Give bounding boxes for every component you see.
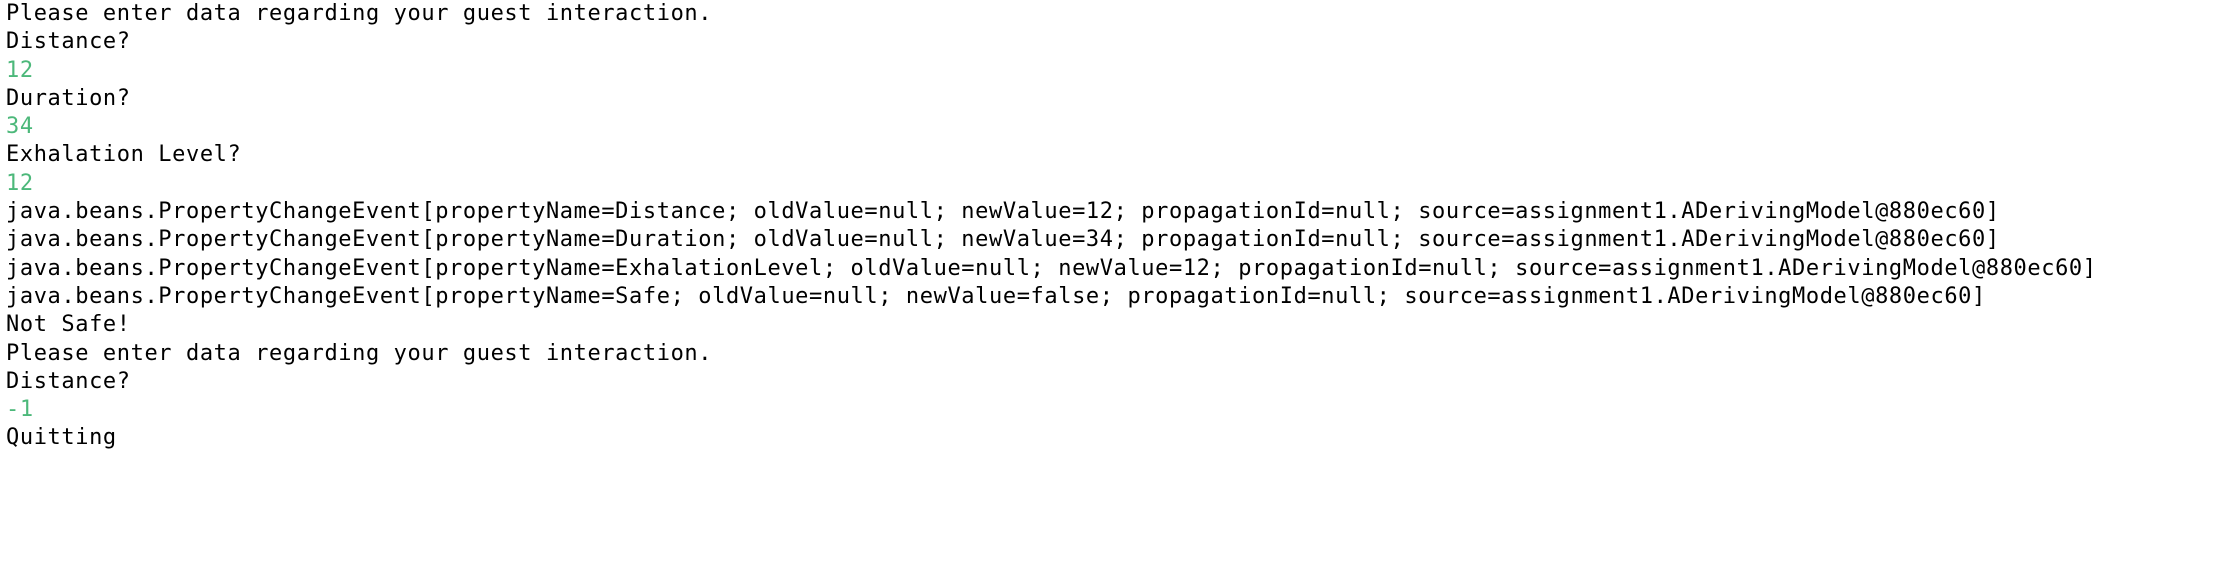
- user-input-exhalation: 12: [6, 170, 34, 196]
- prompt-line: Please enter data regarding your guest i…: [6, 340, 713, 366]
- duration-prompt: Duration?: [6, 85, 131, 111]
- user-input-distance: -1: [6, 397, 34, 423]
- console-output[interactable]: Please enter data regarding your guest i…: [0, 0, 2228, 568]
- event-log-line: java.beans.PropertyChangeEvent[propertyN…: [6, 199, 2000, 225]
- event-log-line: java.beans.PropertyChangeEvent[propertyN…: [6, 255, 2097, 281]
- exhalation-prompt: Exhalation Level?: [6, 142, 242, 168]
- event-log-line: java.beans.PropertyChangeEvent[propertyN…: [6, 227, 2000, 253]
- user-input-duration: 34: [6, 114, 34, 140]
- prompt-line: Please enter data regarding your guest i…: [6, 1, 713, 26]
- distance-prompt: Distance?: [6, 368, 131, 394]
- safety-result: Not Safe!: [6, 312, 131, 338]
- event-log-line: java.beans.PropertyChangeEvent[propertyN…: [6, 283, 1986, 309]
- quit-message: Quitting: [6, 425, 117, 451]
- distance-prompt: Distance?: [6, 29, 131, 55]
- user-input-distance: 12: [6, 57, 34, 83]
